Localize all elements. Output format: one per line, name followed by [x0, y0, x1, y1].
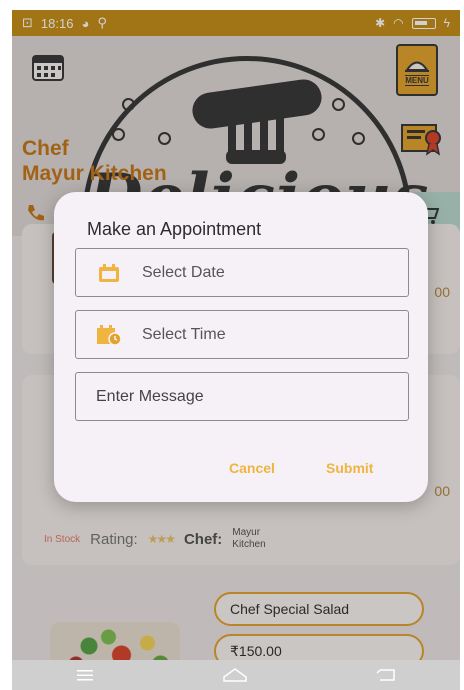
- back-icon[interactable]: [376, 668, 396, 682]
- appointment-dialog: Make an Appointment Select Date Select T…: [54, 192, 428, 502]
- time-icon: [96, 324, 122, 346]
- date-icon: [96, 262, 122, 284]
- cancel-button[interactable]: Cancel: [229, 460, 275, 476]
- message-field[interactable]: Enter Message: [75, 372, 409, 421]
- message-placeholder: Enter Message: [96, 387, 204, 405]
- app-screen: ⊡ 18:16 ◕ ⚲ ✱ ◠ ϟ Delicious Chef: [12, 10, 460, 690]
- submit-button[interactable]: Submit: [326, 460, 373, 476]
- home-icon[interactable]: [222, 667, 248, 683]
- system-nav-bar: [12, 660, 460, 690]
- time-placeholder: Select Time: [142, 325, 226, 343]
- dialog-title: Make an Appointment: [87, 219, 262, 239]
- select-time-field[interactable]: Select Time: [75, 310, 409, 359]
- recents-icon[interactable]: [76, 669, 94, 681]
- select-date-field[interactable]: Select Date: [75, 248, 409, 297]
- date-placeholder: Select Date: [142, 263, 225, 281]
